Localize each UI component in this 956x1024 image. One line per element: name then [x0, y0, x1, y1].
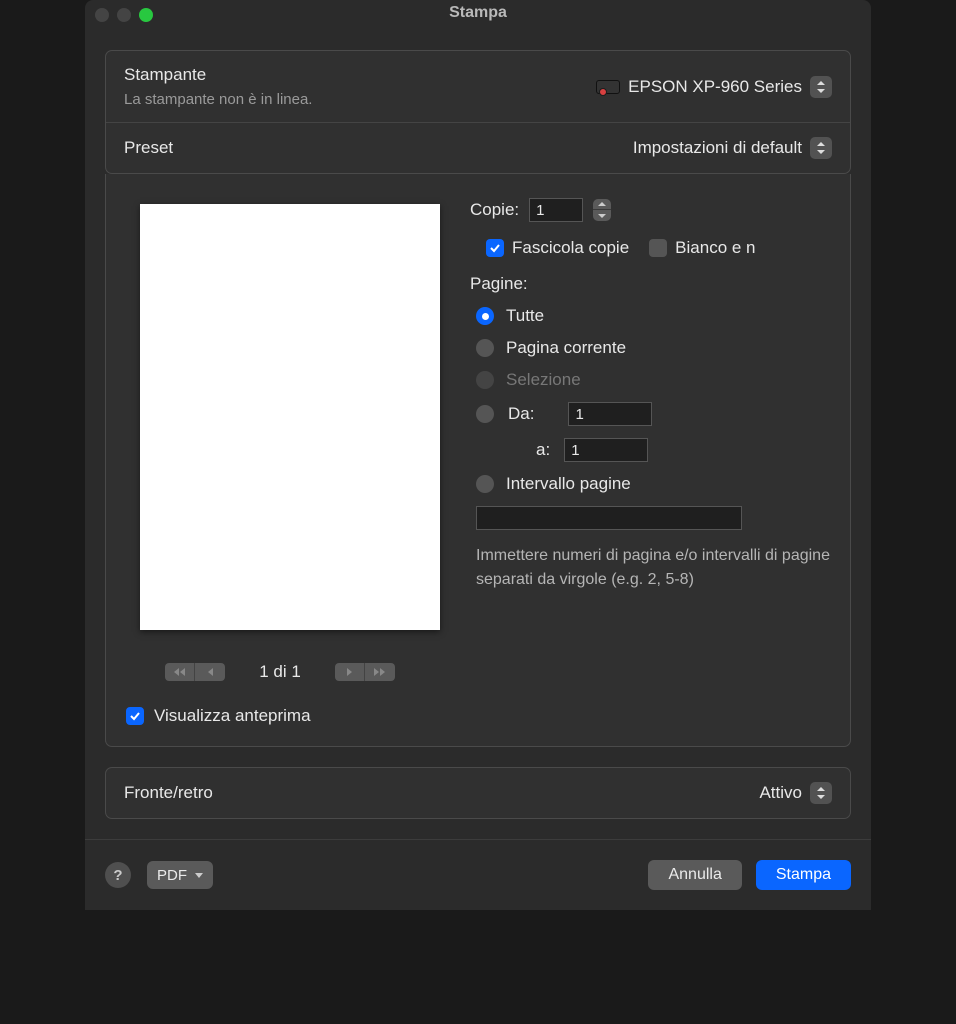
printer-status: La stampante non è in linea. — [124, 91, 312, 108]
pages-to-row: a: — [536, 438, 836, 462]
window-title: Stampa — [85, 4, 871, 22]
pages-from-row: Da: — [476, 402, 836, 426]
options-column: Copie: Fascicola copie Bianco e n — [470, 194, 836, 726]
printer-select[interactable]: EPSON XP-960 Series — [596, 76, 832, 98]
pages-all-label: Tutte — [506, 306, 544, 326]
cancel-button[interactable]: Annulla — [648, 860, 741, 890]
pdf-label: PDF — [157, 867, 187, 884]
help-button[interactable]: ? — [105, 862, 131, 888]
pager-next-group — [335, 663, 395, 681]
copies-stepper[interactable] — [593, 199, 611, 221]
pages-radio-group: Tutte Pagina corrente Selezione Da: a: — [476, 306, 836, 530]
pages-selection-label: Selezione — [506, 370, 581, 390]
chevron-up-down-icon — [810, 76, 832, 98]
pager-last-button[interactable] — [365, 663, 395, 681]
preset-value: Impostazioni di default — [633, 138, 802, 158]
duplex-row: Fronte/retro Attivo — [106, 768, 850, 818]
duplex-label: Fronte/retro — [124, 783, 213, 803]
pages-selection-row: Selezione — [476, 370, 836, 390]
pager-prev-button[interactable] — [195, 663, 225, 681]
preview-pager: 1 di 1 — [165, 662, 395, 682]
pages-current-label: Pagina corrente — [506, 338, 626, 358]
pager-first-button[interactable] — [165, 663, 195, 681]
collate-option: Fascicola copie — [486, 238, 629, 258]
copies-options-row: Fascicola copie Bianco e n — [486, 238, 836, 258]
duplex-panel: Fronte/retro Attivo — [105, 767, 851, 819]
pages-hint: Immettere numeri di pagina e/o intervall… — [476, 544, 836, 592]
pages-range-radio[interactable] — [476, 475, 494, 493]
bw-option: Bianco e n — [649, 238, 755, 258]
pages-to-label: a: — [536, 440, 550, 460]
pager-next-button[interactable] — [335, 663, 365, 681]
copies-row: Copie: — [470, 198, 836, 222]
printer-row: Stampante La stampante non è in linea. E… — [106, 51, 850, 122]
pages-all-row: Tutte — [476, 306, 836, 326]
pdf-menu-button[interactable]: PDF — [147, 861, 213, 889]
main-options-panel: 1 di 1 Visualizza anteprima Copie: — [105, 174, 851, 747]
print-button[interactable]: Stampa — [756, 860, 851, 890]
pages-all-radio[interactable] — [476, 307, 494, 325]
printer-value: EPSON XP-960 Series — [628, 77, 802, 97]
collate-label: Fascicola copie — [512, 238, 629, 258]
pages-range-input[interactable] — [476, 506, 742, 530]
pages-range-label: Intervallo pagine — [506, 474, 631, 494]
copies-label: Copie: — [470, 200, 519, 220]
chevron-down-icon — [195, 873, 203, 878]
printer-preset-panel: Stampante La stampante non è in linea. E… — [105, 50, 851, 174]
duplex-value: Attivo — [759, 783, 802, 803]
bw-label: Bianco e n — [675, 238, 755, 258]
stepper-down-icon — [593, 210, 611, 221]
show-preview-checkbox[interactable] — [126, 707, 144, 725]
pages-current-radio[interactable] — [476, 339, 494, 357]
pages-current-row: Pagina corrente — [476, 338, 836, 358]
show-preview-label: Visualizza anteprima — [154, 706, 311, 726]
pages-from-label: Da: — [508, 404, 534, 424]
pages-range-row: Intervallo pagine — [476, 474, 836, 494]
pages-to-input[interactable] — [564, 438, 648, 462]
show-preview-row: Visualizza anteprima — [126, 706, 311, 726]
copies-input[interactable] — [529, 198, 583, 222]
printer-icon — [596, 80, 620, 94]
check-icon — [489, 242, 501, 254]
bw-checkbox[interactable] — [649, 239, 667, 257]
preset-row: Preset Impostazioni di default — [106, 122, 850, 173]
check-icon — [129, 710, 141, 722]
titlebar: Stampa — [85, 0, 871, 30]
preset-select[interactable]: Impostazioni di default — [633, 137, 832, 159]
preset-label: Preset — [124, 138, 173, 158]
duplex-select[interactable]: Attivo — [759, 782, 832, 804]
footer-right: Annulla Stampa — [648, 860, 851, 890]
pages-from-input[interactable] — [568, 402, 652, 426]
print-dialog: Stampa Stampante La stampante non è in l… — [85, 0, 871, 910]
footer: ? PDF Annulla Stampa — [85, 839, 871, 910]
pages-from-radio[interactable] — [476, 405, 494, 423]
page-preview — [140, 204, 440, 630]
pages-label: Pagine: — [470, 274, 836, 294]
pager-prev-group — [165, 663, 225, 681]
preview-column: 1 di 1 Visualizza anteprima — [120, 194, 440, 726]
page-counter: 1 di 1 — [259, 662, 301, 682]
chevron-up-down-icon — [810, 782, 832, 804]
chevron-up-down-icon — [810, 137, 832, 159]
collate-checkbox[interactable] — [486, 239, 504, 257]
printer-label: Stampante — [124, 65, 312, 85]
stepper-up-icon — [593, 199, 611, 210]
footer-left: ? PDF — [105, 861, 213, 889]
pages-range-input-row — [476, 506, 836, 530]
pages-selection-radio — [476, 371, 494, 389]
